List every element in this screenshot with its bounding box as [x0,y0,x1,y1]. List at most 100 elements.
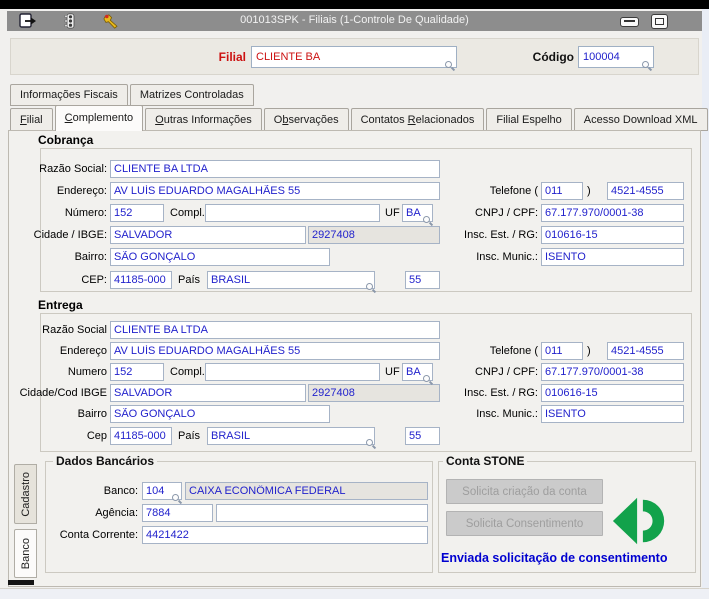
cobranca-razao-input[interactable] [110,160,440,178]
entrega-cep-input[interactable] [110,427,172,445]
side-tab-cadastro[interactable]: Cadastro [14,464,37,524]
entrega-insc-est-label: Insc. Est. / RG: [464,387,538,399]
tab-row-top: Informações Fiscais Matrizes Controladas [10,84,256,106]
entrega-insc-est-input[interactable] [541,384,684,402]
cobranca-telefone-close-label: ) [587,185,591,197]
entrega-cep-label: Cep [86,430,107,442]
solicita-criacao-conta-button[interactable]: Solicita criação da conta [446,479,603,504]
cobranca-uf-lookup-magnifier-icon[interactable] [423,216,433,226]
tab-observacoes[interactable]: Observações [263,108,349,131]
cobranca-cnpj-input[interactable] [541,204,684,222]
cobranca-telefone-label: Telefone ( [489,185,538,197]
cobranca-cep-input[interactable] [110,271,172,289]
entrega-compl-input[interactable] [205,363,380,381]
filial-label: Filial [218,50,246,64]
tab-row-main: Filial Complemento Outras Informações Obser… [10,105,709,131]
tab-contatos-relacionados[interactable]: Contatos Relacionados [350,108,485,131]
tab-informacoes-fiscais[interactable]: Informações Fiscais [10,84,128,106]
tab-complemento[interactable]: Complemento [54,105,144,131]
cobranca-insc-mun-label: Insc. Munic.: [476,251,538,263]
entrega-cnpj-input[interactable] [541,363,684,381]
stone-logo-icon [612,497,665,545]
cobranca-cep-label: CEP: [81,274,107,286]
cobranca-telefone-input[interactable] [607,182,684,200]
entrega-cnpj-label: CNPJ / CPF: [475,366,538,378]
maximize-button[interactable] [651,14,668,29]
traffic-light-icon[interactable] [62,13,78,29]
cobranca-pais-label: País [178,274,201,286]
tab-matrizes-controladas[interactable]: Matrizes Controladas [129,84,254,106]
entrega-ibge-field [308,384,440,402]
entrega-compl-label: Compl. [170,366,205,378]
banco-label: Banco: [103,485,138,497]
cobranca-ddd-input[interactable] [541,182,583,200]
entrega-uf-label: UF [385,366,400,378]
cobranca-pais-input[interactable] [207,271,375,289]
side-tab-label: Banco [19,537,32,570]
cobranca-bairro-input[interactable] [110,248,330,266]
tab-acesso-download-xml[interactable]: Acesso Download XML [573,108,708,131]
filial-input[interactable] [251,46,457,68]
cobranca-numero-input[interactable] [110,204,164,222]
cobranca-endereco-input[interactable] [110,182,440,200]
entrega-bairro-input[interactable] [110,405,330,423]
conta-corrente-label: Conta Corrente: [59,529,138,541]
cobranca-insc-est-input[interactable] [541,226,684,244]
cobranca-section-title: Cobrança [38,133,94,147]
exit-icon[interactable] [19,13,37,29]
cobranca-numero-label: Número: [64,207,107,219]
entrega-pais-input[interactable] [207,427,375,445]
cobranca-compl-label: Compl. [170,207,205,219]
entrega-pais-lookup-magnifier-icon[interactable] [366,439,376,449]
window-right-edge [702,9,709,599]
application-window: 001013SPK - Filiais (1-Controle De Quali… [0,0,709,599]
agencia-input[interactable] [142,504,213,522]
entrega-cidade-label: Cidade/Cod IBGE [19,387,107,399]
entrega-insc-mun-label: Insc. Munic.: [476,408,538,420]
window-bottom-edge [0,588,709,599]
filial-lookup-magnifier-icon[interactable] [445,61,455,71]
codigo-label: Código [532,50,574,64]
banco-nome-field [185,482,428,500]
cobranca-endereco-label: Endereço: [56,185,107,197]
minimize-button[interactable] [620,17,639,27]
conta-stone-title: Conta STONE [443,454,528,468]
entrega-insc-mun-input[interactable] [541,405,684,423]
cobranca-ddi-input[interactable] [405,271,440,289]
cobranca-compl-input[interactable] [205,204,380,222]
entrega-uf-lookup-magnifier-icon[interactable] [423,375,433,385]
entrega-bairro-label: Bairro [77,408,107,420]
entrega-numero-input[interactable] [110,363,164,381]
entrega-endereco-input[interactable] [110,342,440,360]
entrega-pais-label: País [178,430,201,442]
agencia-label: Agência: [95,507,138,519]
agencia-extra-input[interactable] [216,504,428,522]
side-tab-scroll-indicator[interactable] [8,580,34,585]
title-bar: 001013SPK - Filiais (1-Controle De Quali… [7,11,702,31]
cobranca-insc-mun-input[interactable] [541,248,684,266]
entrega-razao-input[interactable] [110,321,440,339]
entrega-ddd-input[interactable] [541,342,583,360]
conta-corrente-input[interactable] [142,526,428,544]
codigo-lookup-magnifier-icon[interactable] [642,61,652,71]
entrega-cidade-input[interactable] [110,384,306,402]
entrega-telefone-close-label: ) [587,345,591,357]
tab-outras-informacoes[interactable]: Outras Informações [145,108,262,131]
cobranca-cnpj-label: CNPJ / CPF: [475,207,538,219]
cobranca-ibge-field [308,226,440,244]
entrega-telefone-input[interactable] [607,342,684,360]
tab-filial[interactable]: Filial [10,108,53,131]
cobranca-cidade-input[interactable] [110,226,306,244]
banco-lookup-magnifier-icon[interactable] [172,494,182,504]
solicita-consentimento-button[interactable]: Solicita Consentimento [446,511,603,536]
entrega-numero-label: Numero [67,366,107,378]
screen-top-edge [0,0,709,9]
cobranca-uf-label: UF [385,207,400,219]
dados-bancarios-title: Dados Bancários [53,454,158,468]
cobranca-pais-lookup-magnifier-icon[interactable] [366,283,376,293]
entrega-endereco-label: Endereço [59,345,107,357]
entrega-ddi-input[interactable] [405,427,440,445]
wrench-icon[interactable] [103,13,119,29]
tab-filial-espelho[interactable]: Filial Espelho [486,108,572,131]
entrega-section-title: Entrega [38,298,83,312]
